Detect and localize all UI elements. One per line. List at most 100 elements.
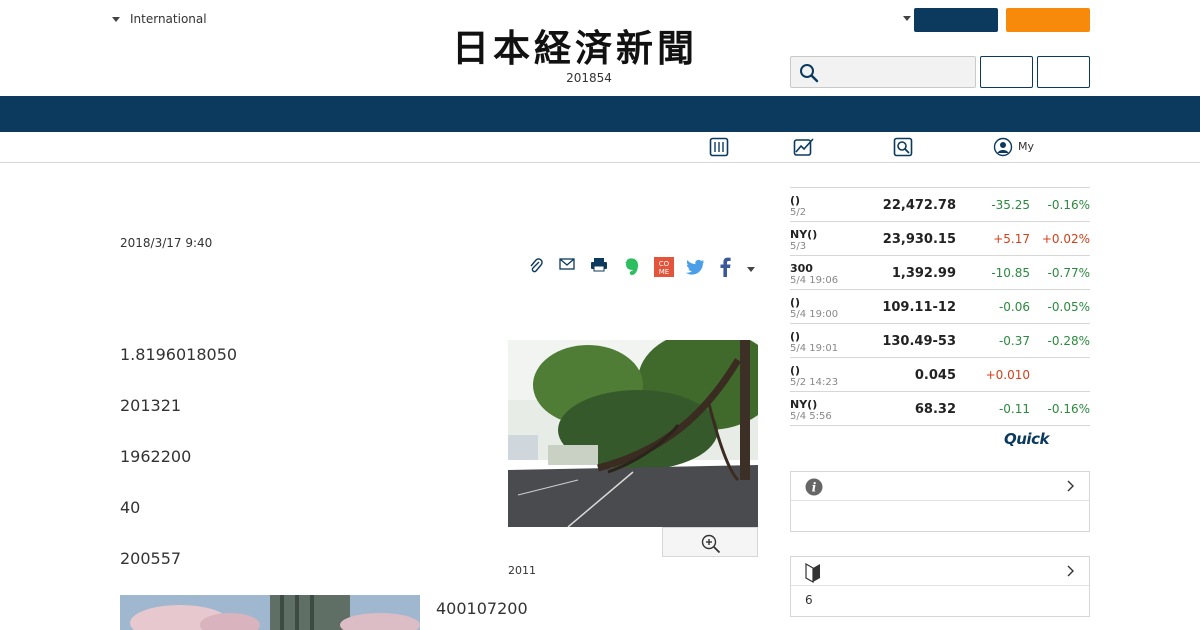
user-icon[interactable] [993,137,1013,157]
logo-text: 日本経済新聞 [452,28,698,68]
newspaper-icon[interactable] [709,137,729,157]
edition-date: 201854 [566,71,612,85]
beginner-box: 6 [790,556,1090,617]
market-row[interactable]: () 5/2 22,472.78 -35.25 -0.16% [790,188,1090,222]
article-paragraph: 200557 [120,549,182,568]
chevron-right-icon [1067,565,1074,577]
info-box-header[interactable]: i [791,472,1089,501]
logo-mark: 日本経済新聞 [452,26,698,70]
site-logo[interactable]: 日本経済新聞 [452,26,750,70]
market-time: 5/2 14:23 [790,377,839,388]
market-change: +5.17 [993,232,1030,246]
article-paragraph: 40 [120,498,141,517]
market-value: 23,930.15 [882,232,956,247]
market-name: () [790,194,801,207]
market-value: 1,392.99 [891,266,956,281]
market-change: +0.010 [985,368,1030,382]
market-change: -0.06 [998,300,1030,314]
market-name: () [790,330,801,343]
market-time: 5/3 [790,241,807,252]
site-header: International 日本経済新聞 201854 [0,0,1200,96]
market-time: 5/4 19:01 [790,343,839,354]
login-button[interactable] [914,8,998,32]
sub-navigation: My [0,132,1200,163]
more-caret-icon[interactable] [747,267,755,272]
market-row[interactable]: () 5/4 19:01 130.49-53 -0.37 -0.28% [790,324,1090,358]
twitter-icon[interactable] [685,259,705,276]
beginner-box-header[interactable] [791,557,1089,586]
market-change: -0.11 [998,402,1030,416]
article-paragraph: 1.8196018050 [120,345,238,364]
market-table: () 5/2 22,472.78 -35.25 -0.16% NY() 5/3 … [790,187,1090,426]
svg-text:ME: ME [659,268,669,276]
caret-down-icon [112,16,120,22]
chart-icon[interactable] [793,137,815,157]
market-row[interactable]: () 5/2 14:23 0.045 +0.010 [790,358,1090,392]
market-row[interactable]: 300 5/4 19:06 1,392.99 -10.85 -0.77% [790,256,1090,290]
market-row[interactable]: NY() 5/3 23,930.15 +5.17 +0.02% [790,222,1090,256]
article-photo[interactable] [508,340,758,527]
market-change: -35.25 [991,198,1030,212]
zoom-in-icon [701,534,721,554]
market-percent: -0.77% [1047,266,1090,280]
clip-icon[interactable] [528,258,544,274]
beginner-mark-icon [805,563,820,583]
region-label: International [130,12,207,26]
market-name: () [790,296,801,309]
beginner-box-text: 6 [805,593,813,607]
info-icon: i [805,478,823,496]
market-change: -10.85 [991,266,1030,280]
article-date: 2018/3/17 9:40 [120,236,213,250]
market-change: -0.37 [998,334,1030,348]
subscribe-button[interactable] [1006,8,1090,32]
svg-text:i: i [812,481,817,495]
fallen-tree-photo [508,340,758,527]
market-value: 109.11-12 [882,300,956,315]
info-box-body [791,501,1089,531]
market-percent: -0.05% [1047,300,1090,314]
photo-zoom-button[interactable] [662,527,758,557]
market-value: 22,472.78 [882,198,956,213]
comment-icon[interactable]: CO ME [654,257,674,277]
header-outline-button-2[interactable] [1037,56,1090,88]
market-row[interactable]: NY() 5/4 5:56 68.32 -0.11 -0.16% [790,392,1090,426]
header-outline-button-1[interactable] [980,56,1033,88]
market-time: 5/2 [790,207,807,218]
info-box: i [790,471,1090,532]
photo-caption: 2011 [508,564,536,577]
search-input[interactable] [790,56,976,88]
market-name: NY() [790,398,818,411]
share-toolbar: CO ME [528,257,764,281]
mail-icon[interactable] [559,257,575,271]
evernote-icon[interactable] [623,257,641,277]
market-percent: -0.16% [1047,402,1090,416]
quick-provider-logo[interactable]: Quick [1004,430,1049,448]
market-percent: -0.16% [1047,198,1090,212]
region-switcher[interactable]: International [112,12,207,26]
print-icon[interactable] [590,257,608,273]
article-paragraph: 1962200 [120,447,192,466]
facebook-icon[interactable] [718,257,732,277]
search-icon[interactable] [799,63,819,83]
market-time: 5/4 19:00 [790,309,839,320]
market-name: 300 [790,262,813,275]
cherry-blossom-photo [120,595,420,630]
market-percent: -0.28% [1047,334,1090,348]
market-value: 0.045 [914,368,956,383]
my-menu-label[interactable]: My [1018,140,1034,153]
beginner-box-body: 6 [791,586,1089,616]
article-photo-2[interactable] [120,595,420,630]
market-time: 5/4 5:56 [790,411,832,422]
article-paragraph: 400107200 [436,599,528,618]
market-name: NY() [790,228,818,241]
main-navigation-bar [0,96,1200,132]
market-value: 68.32 [914,402,956,417]
market-time: 5/4 19:06 [790,275,839,286]
search-paper-icon[interactable] [893,137,913,157]
market-percent: +0.02% [1041,232,1090,246]
chevron-right-icon [1067,480,1074,492]
market-name: () [790,364,801,377]
caret-down-icon[interactable] [903,16,911,21]
article-paragraph: 201321 [120,396,182,415]
market-row[interactable]: () 5/4 19:00 109.11-12 -0.06 -0.05% [790,290,1090,324]
